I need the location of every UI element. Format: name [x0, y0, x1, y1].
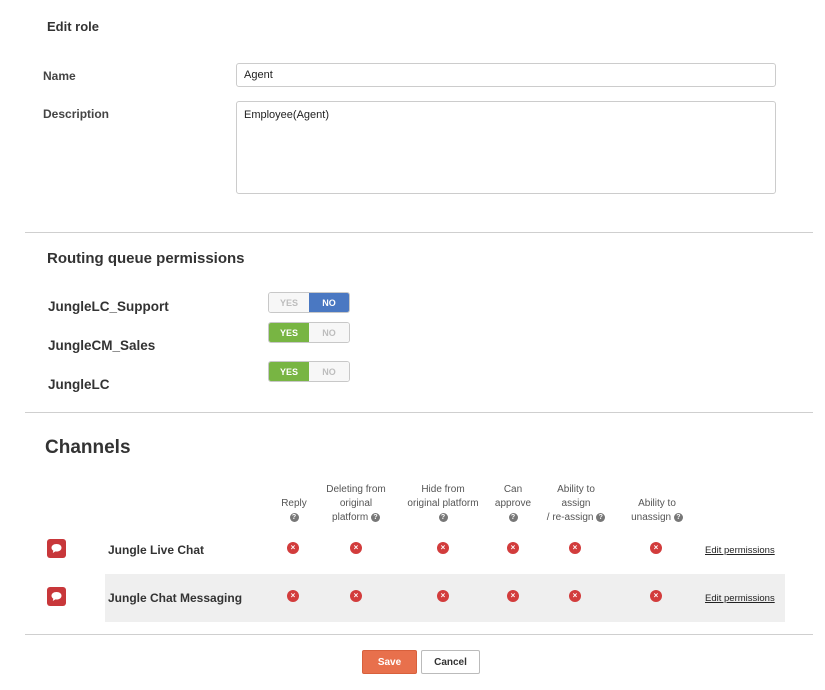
denied-icon: ×: [650, 542, 662, 554]
denied-icon: ×: [507, 542, 519, 554]
name-label: Name: [43, 69, 76, 83]
edit-permissions-link[interactable]: Edit permissions: [705, 545, 775, 556]
queue-name: JungleLC_Support: [48, 299, 169, 314]
help-icon[interactable]: ?: [370, 512, 380, 522]
column-header-delete: Deleting from original platform ?: [306, 483, 406, 525]
denied-icon: ×: [437, 590, 449, 602]
denied-icon: ×: [569, 542, 581, 554]
denied-icon: ×: [287, 542, 299, 554]
denied-icon: ×: [437, 542, 449, 554]
chat-channel-icon: [47, 587, 66, 606]
description-textarea[interactable]: Employee(Agent): [236, 101, 776, 194]
column-header-line: / re-assign: [546, 512, 594, 523]
column-header-line: Ability to: [638, 498, 676, 509]
description-label: Description: [43, 107, 110, 121]
column-header-line: Deleting from: [326, 484, 386, 495]
queue-toggle-junglelc-support[interactable]: YES NO: [268, 292, 350, 313]
toggle-yes-option[interactable]: YES: [269, 362, 309, 381]
column-header-line: platform: [332, 512, 369, 523]
channels-section-title: Channels: [45, 437, 131, 458]
toggle-no-option[interactable]: NO: [309, 323, 349, 342]
denied-icon: ×: [507, 590, 519, 602]
channel-name: Jungle Live Chat: [108, 543, 205, 557]
denied-icon: ×: [650, 590, 662, 602]
help-icon[interactable]: ?: [508, 512, 518, 522]
help-icon[interactable]: ?: [438, 512, 448, 522]
queue-name: JungleCM_Sales: [48, 338, 156, 353]
denied-icon: ×: [569, 590, 581, 602]
column-header-line: original: [339, 498, 373, 509]
routing-section-title: Routing queue permissions: [47, 250, 245, 267]
column-header-unassign: Ability to unassign ?: [607, 497, 707, 525]
column-header-line: unassign: [631, 512, 672, 523]
edit-permissions-link[interactable]: Edit permissions: [705, 593, 775, 604]
denied-icon: ×: [287, 590, 299, 602]
help-icon[interactable]: ?: [596, 512, 606, 522]
denied-icon: ×: [350, 590, 362, 602]
queue-name: JungleLC: [48, 377, 110, 392]
divider: [25, 412, 813, 413]
divider: [25, 634, 813, 635]
chat-channel-icon: [47, 539, 66, 558]
toggle-no-option[interactable]: NO: [309, 293, 349, 312]
page-title: Edit role: [47, 19, 100, 34]
help-icon[interactable]: ?: [289, 512, 299, 522]
toggle-no-option[interactable]: NO: [309, 362, 349, 381]
cancel-button[interactable]: Cancel: [421, 650, 480, 674]
column-header-line: Ability to: [557, 484, 595, 495]
save-button[interactable]: Save: [362, 650, 417, 674]
divider: [25, 232, 813, 233]
help-icon[interactable]: ?: [673, 512, 683, 522]
queue-toggle-junglelc[interactable]: YES NO: [268, 361, 350, 382]
toggle-yes-option[interactable]: YES: [269, 323, 309, 342]
toggle-yes-option[interactable]: YES: [269, 293, 309, 312]
name-input[interactable]: [236, 63, 776, 87]
denied-icon: ×: [350, 542, 362, 554]
channel-name: Jungle Chat Messaging: [108, 591, 243, 605]
queue-toggle-junglecm-sales[interactable]: YES NO: [268, 322, 350, 343]
